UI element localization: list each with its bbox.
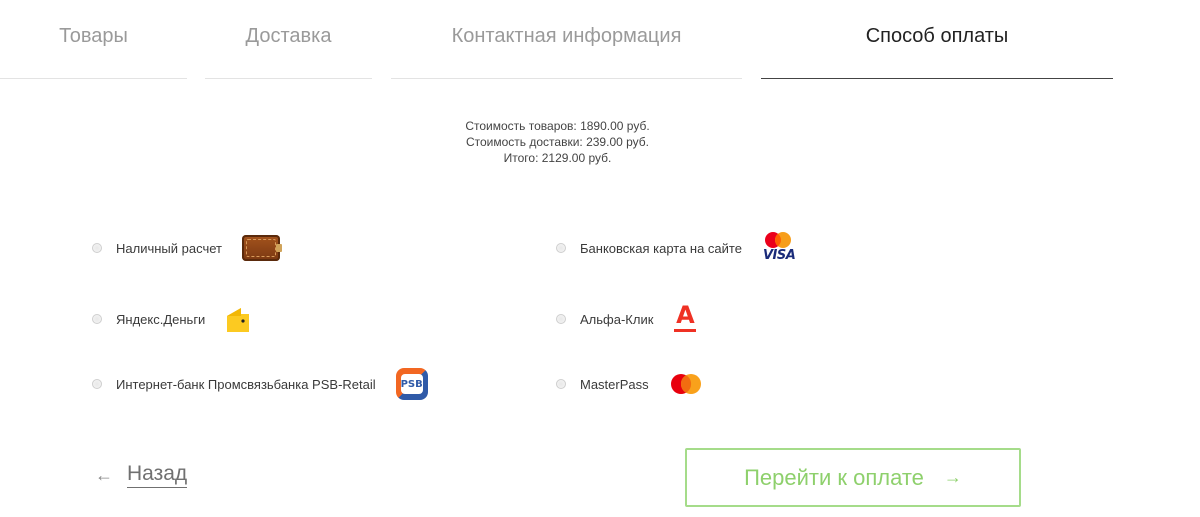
proceed-to-payment-label: Перейти к оплате [744, 464, 924, 490]
arrow-left-icon: ← [95, 464, 113, 485]
step-tab-contact-info[interactable]: Контактная информация [391, 0, 742, 79]
payment-option-label: Наличный расчет [116, 240, 222, 256]
alfa-logo-bar [674, 329, 697, 332]
delivery-cost: Стоимость доставки: 239.00 руб. [465, 135, 650, 149]
radio-button[interactable] [92, 243, 102, 253]
step-tab-label: Контактная информация [451, 24, 682, 47]
step-tab-delivery[interactable]: Доставка [205, 0, 372, 79]
payment-option-psb[interactable]: Интернет-банк Промсвязьбанка PSB-Retail … [92, 364, 428, 404]
back-link[interactable]: ← Назад [95, 458, 188, 492]
alfa-logo-letter: А [676, 301, 695, 329]
payment-option-label: MasterPass [580, 376, 649, 392]
step-tab-goods[interactable]: Товары [0, 0, 187, 79]
order-total: Итого: 2129.00 руб. [503, 151, 612, 165]
order-summary: Стоимость товаров: 1890.00 руб. Стоимост… [400, 118, 715, 166]
mastercard-visa-icon: VISA [762, 231, 796, 265]
radio-button[interactable] [556, 314, 566, 324]
visa-logo-text: VISA [762, 248, 796, 263]
payment-option-label: Яндекс.Деньги [116, 311, 206, 327]
step-tab-label: Доставка [245, 24, 332, 47]
radio-button[interactable] [92, 314, 102, 324]
wallet-icon [241, 235, 282, 261]
payment-option-bank-card[interactable]: Банковская карта на сайте VISA [556, 228, 796, 268]
masterpass-icon [669, 373, 703, 395]
yandex-money-icon [225, 304, 251, 334]
payment-option-label: Интернет-банк Промсвязьбанка PSB-Retail [116, 376, 376, 392]
step-tab-payment-method[interactable]: Способ оплаты [761, 0, 1113, 79]
checkout-steps: Товары Доставка Контактная информация Сп… [0, 0, 1200, 80]
psb-icon: PSB [395, 368, 428, 400]
payment-option-yandex-money[interactable]: Яндекс.Деньги [92, 299, 251, 339]
radio-button[interactable] [556, 379, 566, 389]
alfa-bank-icon: А [673, 301, 697, 334]
psb-logo-text: PSB [401, 374, 423, 394]
step-tab-label: Способ оплаты [865, 24, 1009, 47]
goods-cost: Стоимость товаров: 1890.00 руб. [465, 119, 650, 133]
payment-option-cash[interactable]: Наличный расчет [92, 228, 282, 268]
payment-option-alfa-click[interactable]: Альфа-Клик А [556, 299, 697, 339]
payment-option-label: Альфа-Клик [580, 311, 654, 327]
step-tab-label: Товары [59, 24, 128, 47]
radio-button[interactable] [92, 379, 102, 389]
payment-option-masterpass[interactable]: MasterPass [556, 364, 703, 404]
proceed-to-payment-button[interactable]: Перейти к оплате → [685, 448, 1021, 507]
radio-button[interactable] [556, 243, 566, 253]
back-label[interactable]: Назад [127, 462, 188, 488]
payment-option-label: Банковская карта на сайте [580, 240, 742, 256]
arrow-right-icon: → [943, 467, 962, 487]
